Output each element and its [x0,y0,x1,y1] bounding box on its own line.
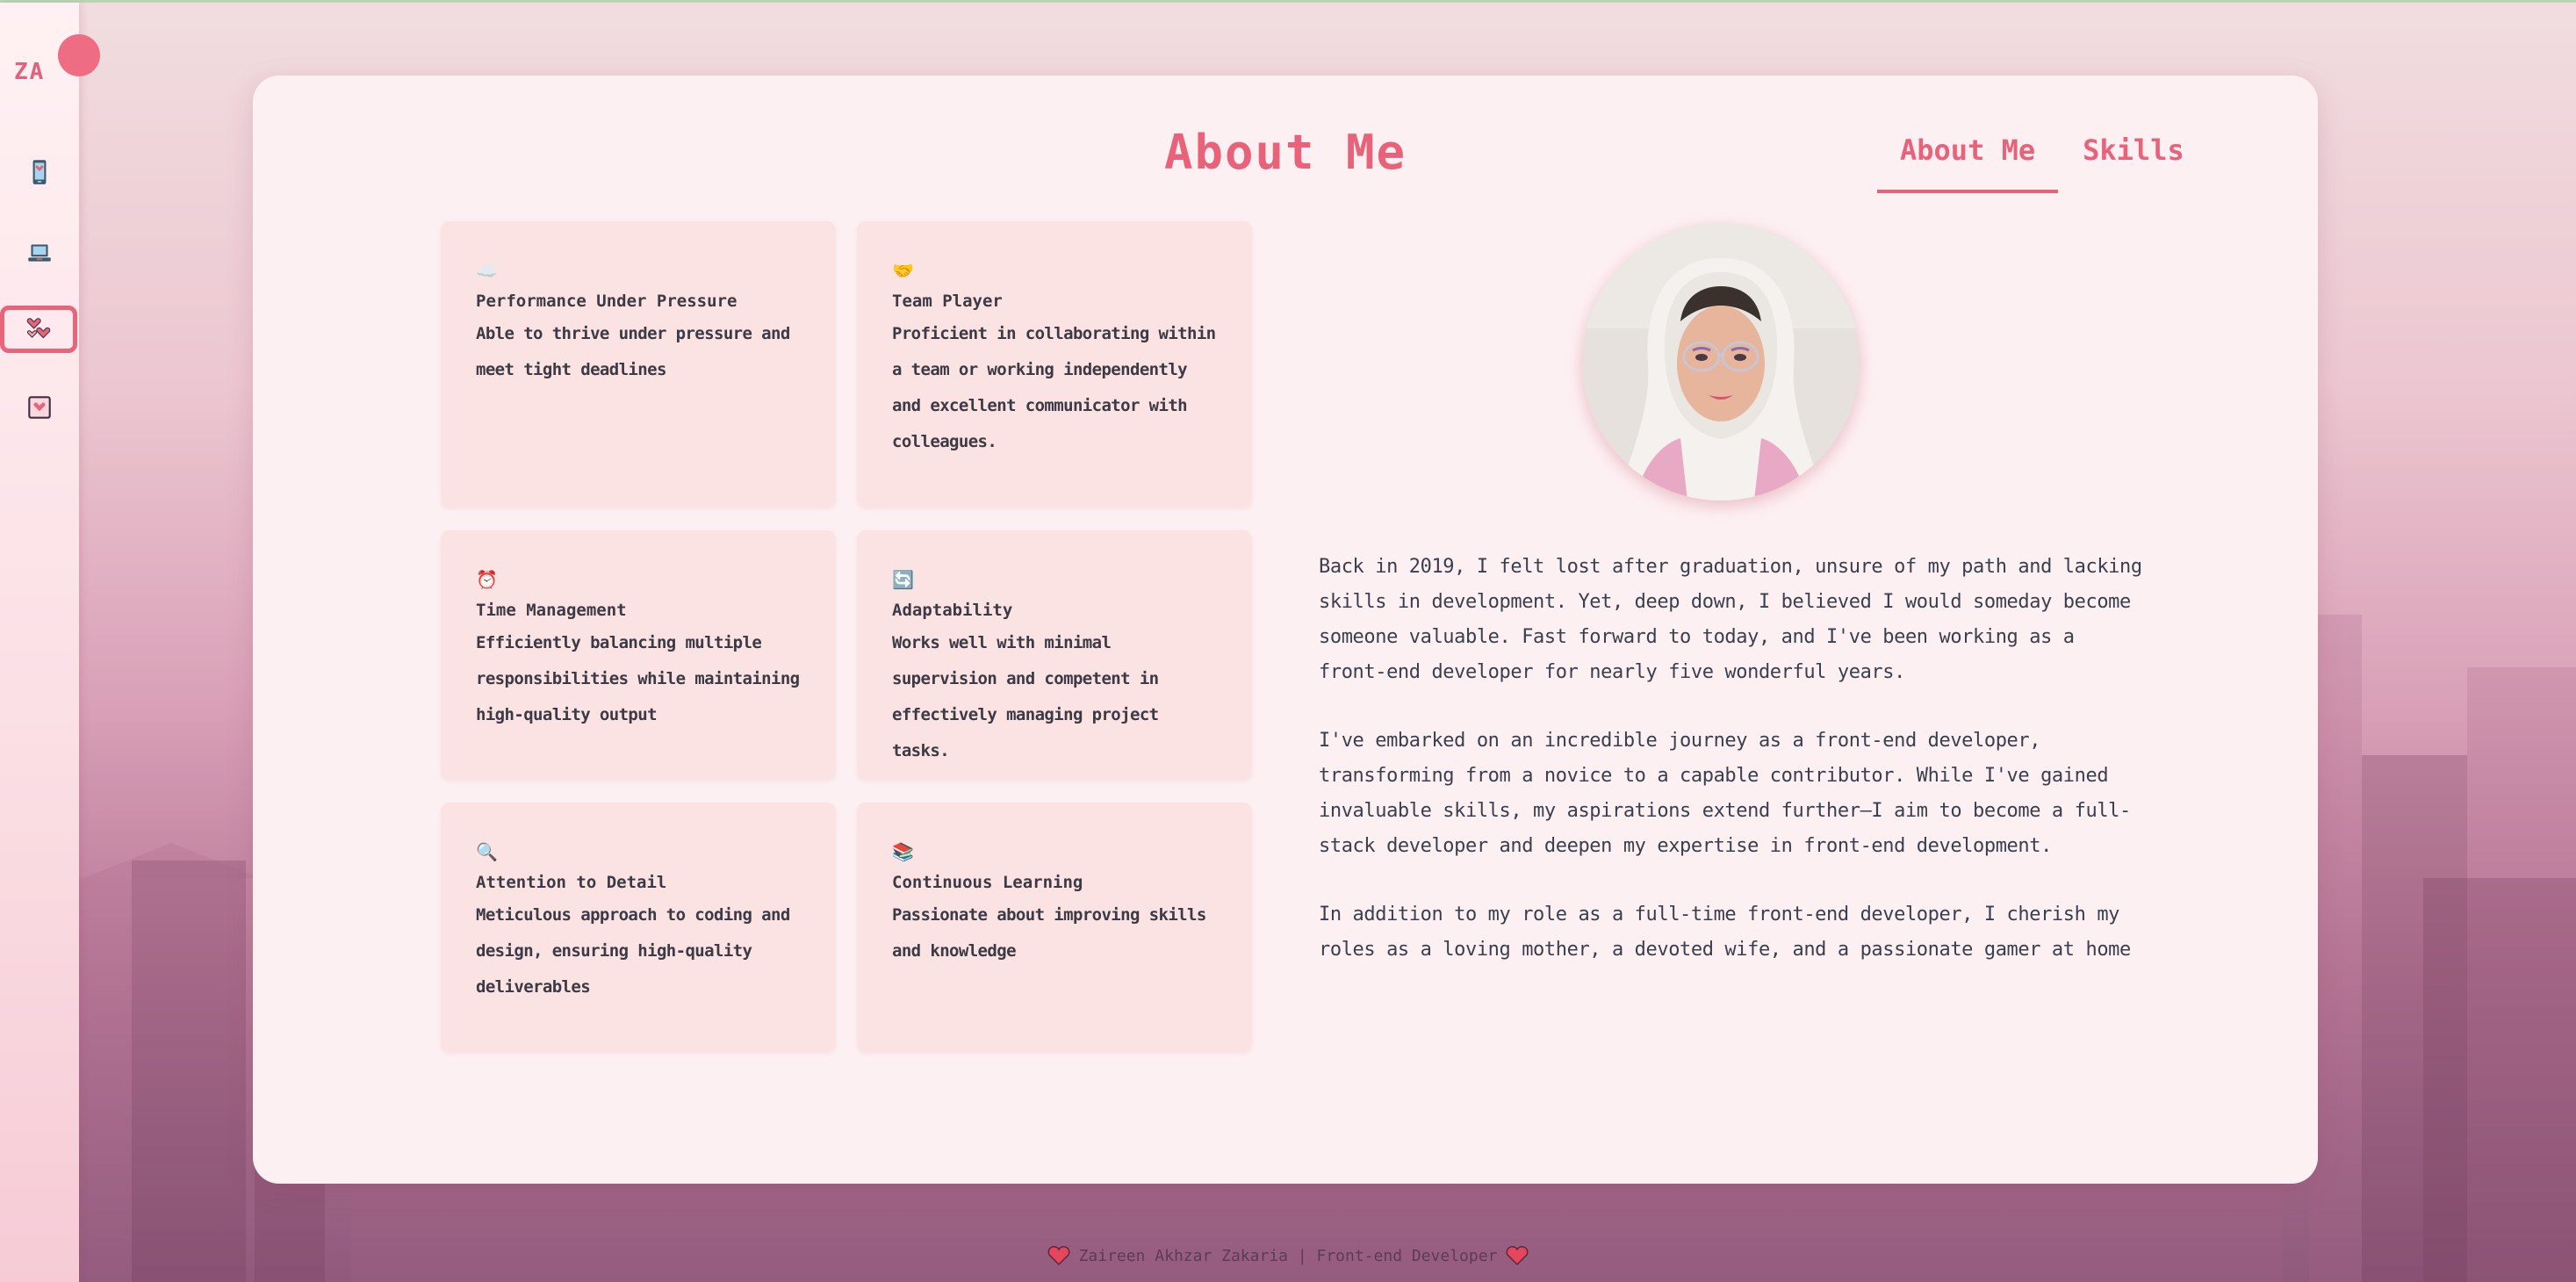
about-paragraph: In addition to my role as a full-time fr… [1319,904,2131,961]
about-text: Back in 2019, I felt lost after graduati… [1319,550,2144,1001]
laptop-icon [28,244,51,262]
trait-description: Able to thrive under pressure and meet t… [476,324,790,379]
nav-item-contact-card[interactable] [5,384,74,431]
nav-item-contact[interactable] [5,148,74,196]
tab-skills[interactable]: Skills [2060,133,2207,193]
trait-description: Meticulous approach to coding and design… [476,905,790,997]
trait-title: Continuous Learning [892,873,1083,892]
phone-icon [32,160,47,184]
top-border [0,0,2576,3]
about-paragraph: Back in 2019, I felt lost after graduati… [1319,556,2142,683]
trait-title: Team Player [892,292,1003,311]
hearts-icon [26,318,51,339]
trait-card: 🤝 Team Player Proficient in collaboratin… [857,221,1252,508]
logo-dot [58,34,100,76]
about-paragraph: I've embarked on an incredible journey a… [1319,730,2131,857]
cloud-icon: ☁️ [476,260,498,281]
heart-icon [1047,1246,1070,1266]
trait-card: 🔍 Attention to Detail Meticulous approac… [441,803,836,1052]
alarm-clock-icon: ⏰ [476,569,498,590]
profile-photo [1582,223,1860,501]
heart-frame-icon [28,396,51,419]
trait-description: Works well with minimal supervision and … [892,633,1159,760]
sidebar: ZA [0,3,100,1282]
trait-title: Adaptability [892,601,1013,620]
tab-about-me[interactable]: About Me [1877,133,2059,193]
handshake-icon: 🤝 [892,260,914,281]
trait-description: Passionate about improving skills and kn… [892,905,1206,961]
nav-item-projects[interactable] [5,229,74,277]
footer-text: Zaireen Akhzar Zakaria | Front-end Devel… [1078,1246,1498,1265]
traits-grid: ☁️ Performance Under Pressure Able to th… [441,221,1257,1052]
footer: Zaireen Akhzar Zakaria | Front-end Devel… [0,1245,2576,1266]
trait-title: Time Management [476,601,627,620]
magnifier-icon: 🔍 [476,841,498,862]
trait-card: ⏰ Time Management Efficiently balancing … [441,530,836,780]
trait-card: 🔄 Adaptability Works well with minimal s… [857,530,1252,780]
trait-card: ☁️ Performance Under Pressure Able to th… [441,221,836,508]
trait-title: Performance Under Pressure [476,292,738,311]
heart-icon [1506,1246,1529,1266]
trait-title: Attention to Detail [476,873,667,892]
tab-bar: About Me Skills [1877,133,2207,193]
trait-description: Proficient in collaborating within a tea… [892,324,1216,451]
logo[interactable]: ZA [14,59,45,85]
refresh-icon: 🔄 [892,569,914,590]
trait-card: 📚 Continuous Learning Passionate about i… [857,803,1252,1052]
trait-description: Efficiently balancing multiple responsib… [476,633,800,724]
nav-item-about[interactable] [0,306,77,353]
books-icon: 📚 [892,841,914,862]
about-card: About Me About Me Skills ☁️ Performance … [253,76,2318,1184]
